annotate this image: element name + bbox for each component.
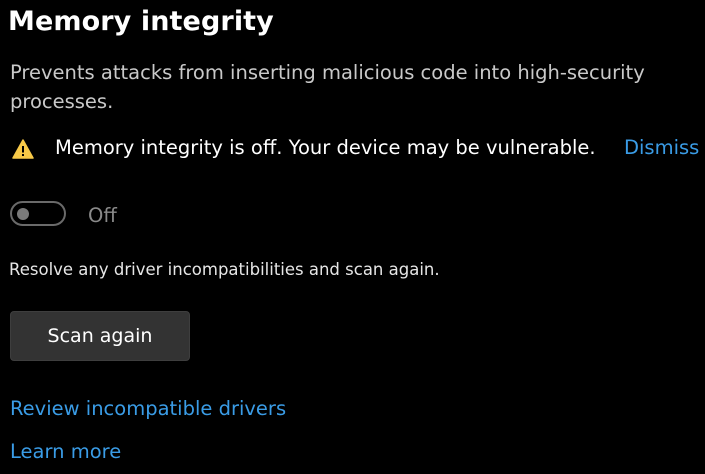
learn-more-link[interactable]: Learn more bbox=[10, 438, 121, 466]
warning-message: Memory integrity is off. Your device may… bbox=[55, 136, 596, 159]
dismiss-link[interactable]: Dismiss bbox=[624, 134, 699, 162]
toggle-knob bbox=[17, 207, 29, 220]
memory-integrity-toggle[interactable] bbox=[10, 201, 66, 226]
warning-icon bbox=[12, 139, 34, 159]
warning-banner: Memory integrity is off. Your device may… bbox=[10, 134, 700, 164]
resolve-instructions: Resolve any driver incompatibilities and… bbox=[9, 260, 440, 279]
scan-again-button[interactable]: Scan again bbox=[10, 311, 190, 361]
review-incompatible-drivers-link[interactable]: Review incompatible drivers bbox=[10, 395, 286, 423]
page-title: Memory integrity bbox=[8, 6, 274, 37]
toggle-state-label: Off bbox=[88, 204, 117, 227]
page-description: Prevents attacks from inserting maliciou… bbox=[10, 61, 645, 113]
